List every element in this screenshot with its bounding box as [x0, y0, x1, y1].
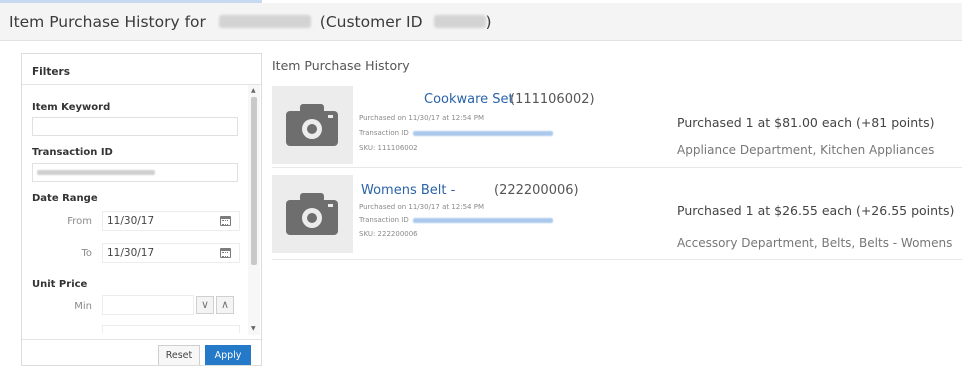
purchase-item-row: Womens Belt - (222200006) Purchased on 1…: [272, 173, 962, 260]
product-thumbnail: [272, 86, 353, 164]
filters-scrollbar[interactable]: ▲ ▼: [248, 85, 260, 335]
filters-actions: Reset Apply: [22, 339, 261, 365]
increment-button[interactable]: ∧: [216, 296, 234, 314]
calendar-icon[interactable]: [220, 248, 231, 258]
reset-button[interactable]: Reset: [158, 345, 200, 365]
transaction-id-link[interactable]: [412, 217, 553, 223]
customer-id-redacted: [433, 15, 486, 28]
unit-price-label: Unit Price: [32, 279, 88, 290]
decrement-button[interactable]: ∨: [196, 296, 214, 314]
camera-icon: [286, 101, 338, 146]
transaction-id-text: Transaction ID: [359, 216, 409, 224]
product-id: (222200006): [494, 183, 579, 198]
apply-button[interactable]: Apply: [205, 345, 251, 365]
purchase-history-title: Item Purchase History: [272, 58, 410, 73]
department: Appliance Department, Kitchen Appliances: [677, 143, 935, 157]
customer-id-label: (Customer ID: [319, 12, 423, 31]
item-keyword-input[interactable]: [32, 117, 238, 136]
calendar-icon[interactable]: [220, 216, 231, 226]
filters-title: Filters: [32, 66, 70, 78]
transaction-id-label: Transaction ID: [32, 147, 113, 158]
department: Accessory Department, Belts, Belts - Wom…: [677, 236, 953, 250]
product-name-link[interactable]: Cookware Set: [424, 92, 514, 107]
camera-icon: [286, 190, 338, 235]
date-range-label: Date Range: [32, 193, 98, 204]
transaction-id-redacted: [37, 170, 155, 175]
page-title: Item Purchase History for (Customer ID ): [9, 12, 492, 31]
price-line: Purchased 1 at $26.55 each (+26.55 point…: [677, 203, 955, 218]
transaction-id-text: Transaction ID: [359, 129, 409, 137]
customer-name-redacted: [218, 15, 311, 28]
transaction-id-row: Transaction ID: [359, 129, 553, 137]
purchased-on: Purchased on 11/30/17 at 12:54 PM: [359, 203, 484, 211]
product-id: (111106002): [510, 92, 595, 107]
title-prefix: Item Purchase History for: [9, 12, 206, 31]
scroll-down-arrow-icon[interactable]: ▼: [251, 325, 256, 332]
to-date-value: 11/30/17: [107, 247, 155, 259]
max-price-input[interactable]: [102, 325, 240, 333]
product-thumbnail: [272, 175, 353, 253]
product-name-link[interactable]: Womens Belt -: [361, 183, 455, 198]
min-label: Min: [74, 301, 92, 312]
to-date-input[interactable]: 11/30/17: [102, 243, 240, 263]
transaction-id-row: Transaction ID: [359, 216, 553, 224]
page-header: Item Purchase History for (Customer ID ): [0, 3, 962, 41]
transaction-id-input[interactable]: [32, 163, 238, 182]
price-line: Purchased 1 at $81.00 each (+81 points): [677, 115, 935, 130]
min-price-input[interactable]: [102, 295, 194, 315]
transaction-id-link[interactable]: [412, 130, 553, 136]
from-date-input[interactable]: 11/30/17: [102, 211, 240, 231]
filters-panel: Filters Item Keyword Transaction ID Date…: [21, 53, 262, 366]
to-label: To: [81, 248, 92, 259]
from-label: From: [67, 216, 92, 227]
sku: SKU: 111106002: [359, 144, 418, 152]
filters-divider: [22, 84, 261, 85]
customer-id-suffix: ): [485, 12, 492, 31]
sku: SKU: 222200006: [359, 230, 418, 238]
item-keyword-label: Item Keyword: [32, 102, 111, 113]
scroll-up-arrow-icon[interactable]: ▲: [251, 87, 256, 94]
purchased-on: Purchased on 11/30/17 at 12:54 PM: [359, 114, 484, 122]
from-date-value: 11/30/17: [107, 215, 155, 227]
scrollbar-thumb[interactable]: [251, 97, 257, 265]
purchase-item-row: Cookware Set (111106002) Purchased on 11…: [272, 81, 962, 168]
